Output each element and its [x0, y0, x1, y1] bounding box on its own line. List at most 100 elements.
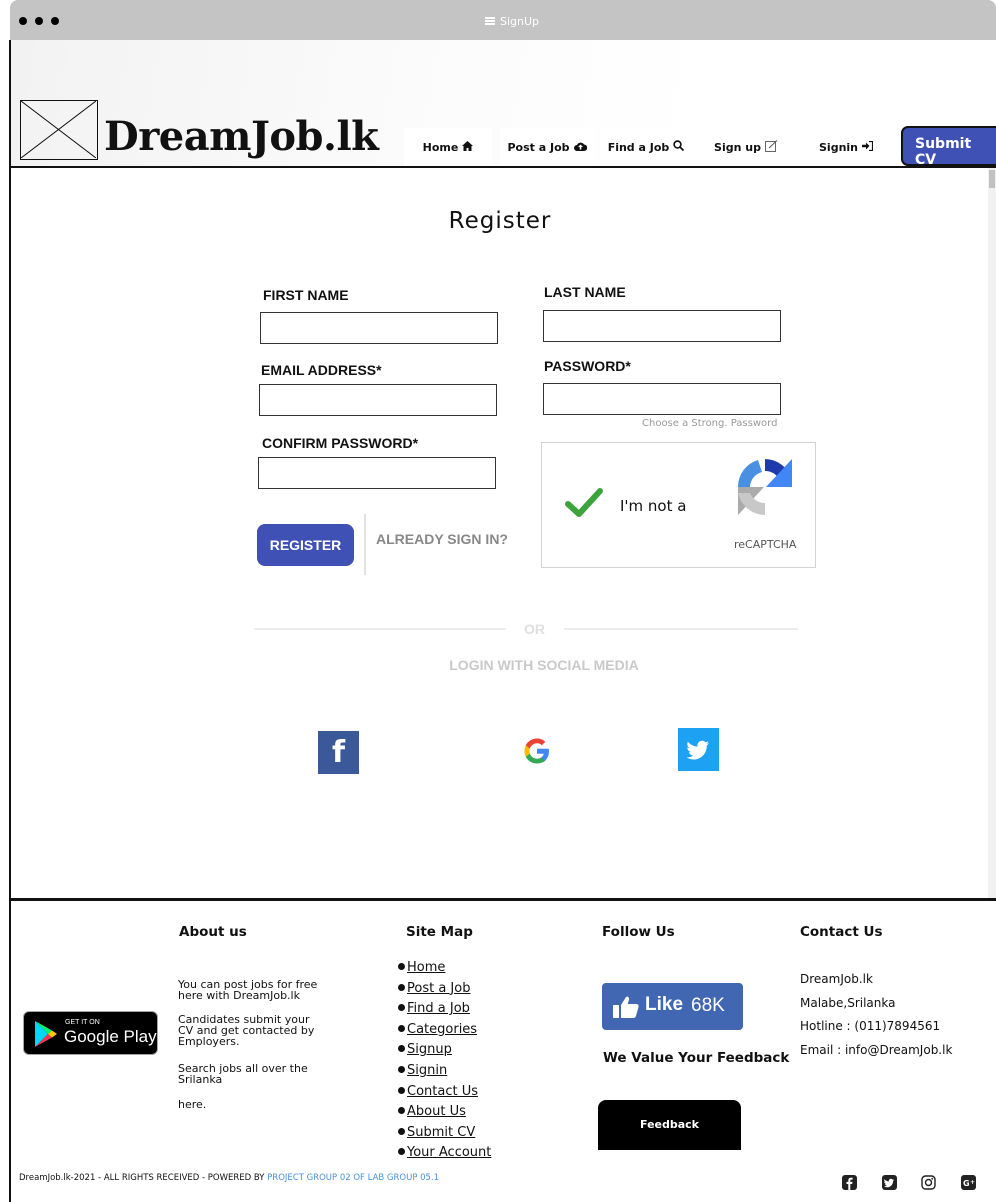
page-title: Register [448, 208, 552, 234]
or-divider-right [564, 628, 798, 630]
last-name-label: LAST NAME [544, 284, 626, 300]
window-title: SignUp [485, 15, 539, 28]
copyright-text: DreamJob.lk-2021 - ALL RIGHTS RECEIVED -… [19, 1173, 440, 1183]
home-icon [462, 140, 474, 154]
nav-post-a-job[interactable]: Post a Job [500, 128, 594, 166]
sitemap-link-categories[interactable]: Categories [398, 1020, 491, 1041]
contact-email: Email : info@DreamJob.lk [800, 1043, 953, 1057]
like-count: 68K [691, 995, 725, 1016]
recaptcha-brand: reCAPTCHA [734, 538, 797, 551]
about-text-1: You can post jobs for free here with Dre… [178, 978, 318, 1002]
submit-cv-button[interactable]: Submit CV [901, 126, 996, 168]
image-placeholder-icon [20, 100, 97, 159]
email-label: EMAIL ADDRESS* [261, 362, 382, 378]
first-name-input[interactable] [260, 312, 498, 344]
like-label: Like [645, 994, 684, 1015]
google-play-big-text: Google Play [64, 1027, 157, 1046]
window-maximize-dot[interactable] [51, 17, 59, 25]
bullet-icon [398, 963, 405, 970]
about-text-4: here. [178, 1098, 207, 1111]
about-text-2: Candidates submit your CV and get contac… [178, 1013, 315, 1048]
svg-text:+: + [970, 1179, 975, 1186]
or-text: OR [524, 621, 545, 637]
nav-signin[interactable]: Signin [800, 128, 892, 166]
vertical-divider [364, 514, 366, 575]
checkmark-icon[interactable] [564, 483, 604, 523]
sitemap-link-about-us[interactable]: About Us [398, 1102, 491, 1123]
sitemap-link-post-a-job[interactable]: Post a Job [398, 979, 491, 1000]
header-divider [9, 166, 996, 168]
bullet-icon [398, 1127, 405, 1135]
twitter-login-button[interactable] [678, 728, 719, 771]
recaptcha-widget: I'm not a reCAPTCHA [541, 442, 816, 568]
scrollbar[interactable] [988, 168, 996, 898]
nav-find-a-job[interactable]: Find a Job [600, 128, 692, 166]
google-play-icon [35, 1021, 57, 1047]
sitemap-link-submit-cv[interactable]: Submit CV [398, 1123, 491, 1144]
bullet-icon [398, 1045, 405, 1053]
menu-icon [485, 17, 495, 25]
nav-sign-up[interactable]: Sign up [700, 128, 792, 166]
register-button[interactable]: REGISTER [257, 524, 354, 566]
window-close-dot[interactable] [19, 17, 27, 25]
twitter-square-icon[interactable] [882, 1175, 897, 1190]
confirm-password-input[interactable] [258, 457, 496, 489]
svg-text:G: G [963, 1179, 970, 1188]
facebook-square-icon[interactable] [842, 1175, 857, 1190]
last-name-input[interactable] [543, 310, 781, 342]
contact-company: DreamJob.lk [800, 972, 873, 986]
sitemap-link-find-a-job[interactable]: Find a Job [398, 999, 491, 1020]
already-sign-in-link[interactable]: ALREADY SIGN IN? [376, 531, 508, 547]
window-titlebar: SignUp [10, 0, 996, 40]
site-logo-text[interactable]: DreamJob.lk [104, 113, 379, 160]
facebook-login-button[interactable]: f [318, 731, 359, 774]
sign-in-icon [862, 140, 874, 154]
recaptcha-label: I'm not a [620, 497, 687, 515]
bullet-icon [398, 1065, 405, 1073]
cloud-upload-icon [573, 141, 587, 154]
bullet-icon [398, 1148, 405, 1156]
footer-divider [9, 898, 996, 901]
google-plus-icon[interactable]: G + [961, 1175, 976, 1190]
password-label: PASSWORD* [544, 358, 631, 374]
sitemap-link-home[interactable]: Home [398, 958, 491, 979]
bullet-icon [398, 1086, 405, 1094]
confirm-password-label: CONFIRM PASSWORD* [262, 435, 419, 451]
email-input[interactable] [259, 384, 497, 416]
contact-hotline: Hotline : (011)7894561 [800, 1019, 941, 1033]
google-login-icon[interactable] [522, 736, 552, 766]
twitter-icon [686, 740, 709, 760]
logo-placeholder-image [20, 100, 98, 160]
contact-us-heading: Contact Us [800, 924, 883, 940]
sitemap-link-signin[interactable]: Signin [398, 1061, 491, 1082]
google-play-small-text: GET IT ON [65, 1019, 100, 1026]
social-login-title: LOGIN WITH SOCIAL MEDIA [449, 657, 639, 673]
facebook-icon: f [332, 735, 346, 770]
instagram-icon[interactable] [921, 1175, 936, 1190]
window-minimize-dot[interactable] [35, 17, 43, 25]
password-hint: Choose a Strong. Password [642, 418, 778, 429]
bullet-icon [398, 1107, 405, 1115]
bullet-icon [398, 1004, 405, 1012]
first-name-label: FIRST NAME [263, 287, 349, 303]
about-text-3: Search jobs all over the Srilanka [178, 1062, 308, 1086]
sitemap-link-contact-us[interactable]: Contact Us [398, 1082, 491, 1103]
nav-home[interactable]: Home [404, 128, 492, 166]
bullet-icon [398, 1024, 405, 1032]
bullet-icon [398, 983, 405, 991]
or-divider-left [254, 628, 506, 630]
site-map-heading: Site Map [406, 924, 473, 940]
scrollbar-thumb[interactable] [989, 170, 995, 188]
about-us-heading: About us [179, 924, 247, 940]
password-input[interactable] [543, 383, 781, 415]
sitemap-link-your-account[interactable]: Your Account [398, 1143, 491, 1164]
powered-by-link[interactable]: PROJECT GROUP 02 OF LAB GROUP 05.1 [267, 1173, 439, 1183]
feedback-button[interactable]: Feedback [598, 1100, 741, 1150]
search-icon [673, 140, 685, 154]
site-map-list: Home Post a Job Find a Job Categories Si… [398, 958, 491, 1164]
facebook-like-button[interactable]: Like 68K [602, 983, 743, 1030]
google-play-badge[interactable]: GET IT ON Google Play [23, 1011, 158, 1055]
feedback-prompt: We Value Your Feedback [603, 1050, 790, 1066]
sitemap-link-signup[interactable]: Signup [398, 1040, 491, 1061]
recaptcha-logo-icon [737, 459, 792, 515]
